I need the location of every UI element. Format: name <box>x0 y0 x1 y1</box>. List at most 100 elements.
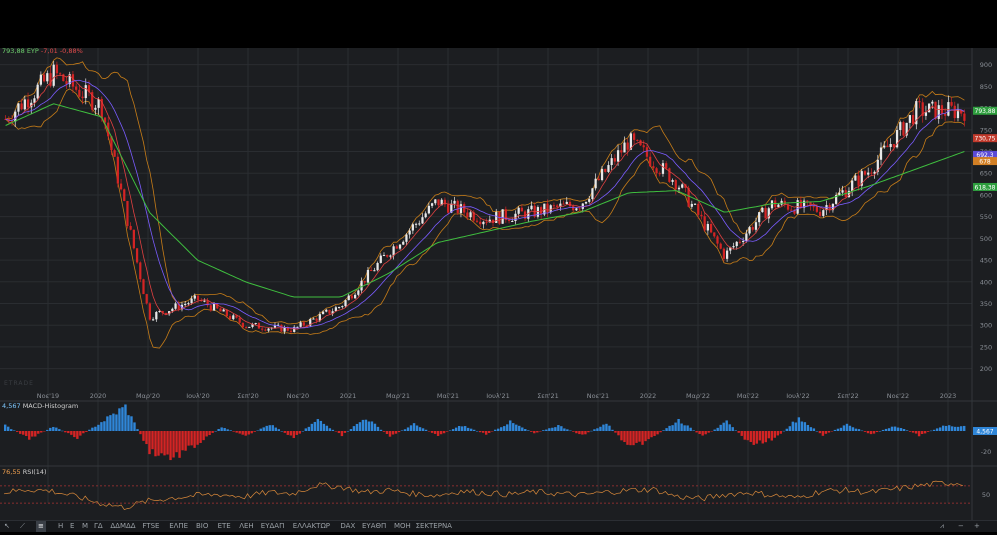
candle-body <box>55 64 59 74</box>
candle-body <box>777 204 780 208</box>
candle-body <box>725 250 729 259</box>
toolbar-item[interactable]: ΒΙΟ <box>196 521 208 532</box>
macd-bar <box>304 428 308 431</box>
rsi-value: 76,55 <box>2 468 21 476</box>
candle-body <box>408 230 411 235</box>
macd-bar <box>512 423 515 431</box>
x-tick-label: Νοε'20 <box>287 392 309 400</box>
candle-body <box>934 101 937 119</box>
toolbar-item[interactable]: DAX <box>340 521 355 532</box>
macd-bar <box>292 431 296 439</box>
macd-bar <box>436 431 440 436</box>
candle-body <box>414 223 418 225</box>
sma-200-line <box>5 103 965 298</box>
currency: EYP <box>26 47 39 55</box>
candle-body <box>398 244 402 249</box>
macd-bar <box>13 430 16 431</box>
macd-bar <box>521 427 524 431</box>
candle-body <box>697 203 700 215</box>
zoom-in-icon[interactable]: + <box>974 521 980 532</box>
candle-body <box>748 227 751 234</box>
x-tick-label: Μαρ'20 <box>136 392 160 400</box>
candle-body <box>289 330 293 332</box>
candle-body <box>411 224 414 231</box>
candle-body <box>758 212 761 223</box>
macd-bar <box>61 430 64 432</box>
candle-body <box>459 204 463 213</box>
toolbar-item[interactable]: ΕΛΠΕ <box>169 521 188 532</box>
macd-bar <box>680 423 683 431</box>
macd-bar <box>764 431 767 443</box>
macd-bar <box>749 431 752 442</box>
macd-bar <box>220 427 223 431</box>
toolbar-item[interactable]: ΣΕΚΤΕΡΝΑ <box>416 521 452 532</box>
macd-bar <box>145 431 148 445</box>
candle-body <box>81 96 84 99</box>
toolbar-item[interactable]: ΕΥΑΘΠ <box>362 521 386 532</box>
macd-bar <box>271 425 274 431</box>
draw-line-icon[interactable]: ⟋ <box>20 521 25 532</box>
macd-bar <box>551 427 554 431</box>
x-tick-label: Νοε'21 <box>587 392 609 400</box>
macd-bar <box>58 429 61 431</box>
candle-body <box>395 246 398 249</box>
macd-bar <box>755 431 758 444</box>
macd-bar <box>593 429 596 431</box>
pointer-icon[interactable]: ↖ <box>4 521 10 532</box>
zoom-out-icon[interactable]: − <box>958 521 964 532</box>
macd-bar <box>349 429 353 431</box>
candle-body <box>344 300 347 307</box>
macd-bar <box>770 431 773 441</box>
macd-bar <box>370 421 374 431</box>
toolbar-item[interactable]: Μ <box>82 521 88 532</box>
toolbar-item[interactable]: ΜΟΗ <box>394 521 411 532</box>
toolbar-item[interactable]: ΛΕΗ <box>239 521 253 532</box>
chart-svg[interactable]: 2002503003504004505005506006507007508008… <box>0 48 997 531</box>
macd-bar <box>827 431 831 433</box>
candle-body <box>764 207 767 219</box>
candle-body <box>572 206 575 211</box>
macd-bar <box>91 427 94 431</box>
macd-bar <box>142 431 145 441</box>
candle-body <box>815 206 819 212</box>
toolbar-item[interactable]: ΕΤΕ <box>218 521 231 532</box>
macd-bar <box>539 431 542 432</box>
macd-bar <box>605 423 608 431</box>
price-change-pct: -0,88% <box>59 47 83 55</box>
candle-body <box>552 205 556 207</box>
ema-mid-line <box>5 79 965 329</box>
toolbar-item[interactable]: Ε <box>70 521 74 532</box>
candle-body <box>674 180 677 190</box>
y-tick-label: 900 <box>980 61 992 69</box>
candle-body <box>46 73 49 82</box>
macd-bar <box>151 431 154 450</box>
chart-area[interactable]: 2002503003504004505005506006507007508008… <box>0 48 997 531</box>
toolbar-item[interactable]: Η <box>58 521 63 532</box>
toolbar-item[interactable]: ΕΛΛΑΚΤΩΡ <box>293 521 330 532</box>
candle-body <box>264 329 267 331</box>
macd-bar <box>854 428 858 431</box>
macd-bar <box>650 431 653 438</box>
toolbar-item[interactable]: FTSE <box>142 521 159 532</box>
candle-body <box>321 311 325 315</box>
chart-type-icon[interactable]: ⩘ <box>940 521 944 532</box>
candle-body <box>113 150 116 157</box>
toolbar-item[interactable]: ΔΔΜΔΔ <box>110 521 135 532</box>
toolbar-item[interactable]: ΕΥΔΑΠ <box>261 521 285 532</box>
macd-bar <box>917 431 921 437</box>
candle-body <box>447 204 450 213</box>
indicators-icon[interactable]: ≡ <box>36 521 46 532</box>
macd-bar <box>785 428 789 431</box>
candle-body <box>184 303 187 305</box>
candle-body <box>482 221 485 225</box>
macd-bar <box>475 431 479 432</box>
candle-body <box>857 175 860 186</box>
macd-bar <box>157 431 160 456</box>
macd-bar <box>241 431 244 435</box>
macd-bar <box>545 429 548 431</box>
macd-bar <box>379 429 383 431</box>
candle-body <box>610 158 613 166</box>
toolbar-item[interactable]: ΓΔ <box>94 521 103 532</box>
candle-body <box>418 223 421 225</box>
macd-bar <box>596 428 599 431</box>
